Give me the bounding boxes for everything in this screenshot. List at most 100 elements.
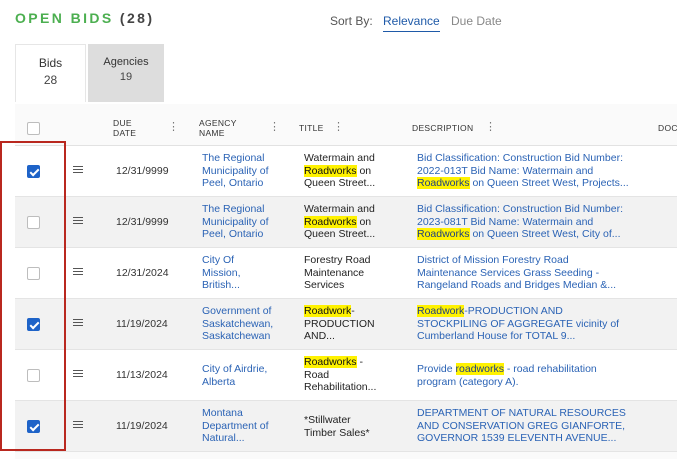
description-link[interactable]: DEPARTMENT OF NATURAL RESOURCES AND CONSE…: [417, 407, 642, 445]
description-line: STOCKPILING OF AGGREGATE vicinity of: [417, 317, 620, 330]
description-line: DEPARTMENT OF NATURAL RESOURCES: [417, 407, 626, 419]
agency-line: Saskatchewan,: [202, 317, 274, 330]
bid-title-line: Roadworks on: [304, 215, 372, 228]
row-checkbox[interactable]: [27, 420, 40, 433]
bid-title-line: Road: [304, 368, 330, 381]
title-column-menu-icon[interactable]: ⋮: [333, 122, 344, 133]
list-icon[interactable]: [73, 166, 83, 175]
column-header-due-date-line2: DATE: [113, 128, 137, 138]
description-line: District of Mission Forestry Road: [417, 254, 569, 266]
table-row[interactable]: 11/19/2024 Montana Department of Natural...…: [15, 401, 677, 452]
agency-column-menu-icon[interactable]: ⋮: [269, 122, 280, 133]
bid-title-cell: Roadwork- PRODUCTION AND...: [304, 305, 384, 343]
sort-by-label: Sort By:: [330, 14, 373, 28]
bid-title-line: Roadworks -: [304, 356, 363, 368]
bid-title-cell: Roadworks - Road Rehabilitation...: [304, 356, 384, 394]
bid-title-line: Maintenance: [304, 266, 365, 279]
keyword-highlight: roadworks: [455, 363, 504, 375]
agency-link[interactable]: The Regional Municipality of Peel, Ontario: [202, 152, 284, 190]
agency-line: British...: [202, 279, 240, 291]
sort-relevance-option[interactable]: Relevance: [383, 14, 440, 32]
results-header: OPEN BIDS (28) Sort By: Relevance Due Da…: [0, 0, 677, 104]
page-title: OPEN BIDS (28): [15, 10, 154, 26]
due-date-column-menu-icon[interactable]: ⋮: [168, 122, 179, 133]
agency-line: City Of: [202, 254, 235, 266]
description-line: Rangeland Roads and Bridges Median &...: [417, 279, 617, 291]
bid-title-cell: Watermain and Roadworks on Queen Street...: [304, 203, 384, 241]
agency-link[interactable]: City of Airdrie, Alberta: [202, 363, 284, 388]
list-icon[interactable]: [73, 421, 83, 430]
bid-title-line: Queen Street...: [304, 228, 376, 240]
description-column-menu-icon[interactable]: ⋮: [485, 122, 496, 133]
description-link[interactable]: Bid Classification: Construction Bid Num…: [417, 152, 642, 190]
list-icon[interactable]: [73, 217, 83, 226]
agency-line: Municipality of: [202, 164, 269, 177]
column-header-agency-line1: AGENCY: [199, 118, 237, 128]
agency-line: City of Airdrie,: [202, 363, 268, 375]
due-date-cell: 12/31/2024: [116, 267, 169, 279]
row-checkbox[interactable]: [27, 165, 40, 178]
due-date-cell: 12/31/9999: [116, 165, 169, 177]
due-date-cell: 11/19/2024: [116, 318, 168, 330]
tab-bids-count: 28: [43, 73, 58, 87]
agency-line: Mission,: [202, 266, 241, 279]
table-header: DUE DATE ⋮ AGENCY NAME ⋮ TITLE ⋮ DESCRIP…: [15, 104, 677, 146]
bid-title-line: Timber Sales*: [304, 426, 370, 439]
keyword-highlight: Roadworks: [417, 177, 470, 189]
description-line: program (category A).: [417, 375, 519, 388]
select-all-checkbox[interactable]: [27, 122, 40, 135]
keyword-highlight: Roadworks: [304, 356, 357, 368]
bid-title-cell: Forestry Road Maintenance Services: [304, 254, 384, 292]
description-link[interactable]: Bid Classification: Construction Bid Num…: [417, 203, 642, 241]
bid-title-line: Watermain and: [304, 152, 375, 164]
tab-agencies[interactable]: Agencies 19: [88, 44, 164, 102]
list-icon[interactable]: [73, 319, 83, 328]
table-row[interactable]: 12/31/9999 The Regional Municipality of Pee…: [15, 146, 677, 197]
agency-link[interactable]: City Of Mission, British...: [202, 254, 284, 292]
bid-title-line: Roadworks on: [304, 164, 372, 177]
bid-title-line: Queen Street...: [304, 177, 376, 189]
agency-line: Saskatchewan: [202, 330, 271, 342]
tab-bids[interactable]: Bids 28: [15, 44, 86, 102]
description-line: AND CONSERVATION GREG GIANFORTE,: [417, 419, 626, 432]
column-header-due-date[interactable]: DUE DATE: [113, 118, 136, 138]
table-row[interactable]: 11/19/2024 Government of Saskatchewan, Sask…: [15, 299, 677, 350]
bid-title-cell: *Stillwater Timber Sales*: [304, 414, 384, 439]
due-date-cell: 12/31/9999: [116, 216, 169, 228]
agency-line: Government of: [202, 305, 272, 317]
description-line: Bid Classification: Construction Bid Num…: [417, 203, 624, 215]
table-row[interactable]: 11/13/2024 City of Airdrie, Alberta Roadwor…: [15, 350, 677, 401]
table-row[interactable]: 12/31/9999 The Regional Municipality of Pee…: [15, 197, 677, 248]
agency-link[interactable]: Montana Department of Natural...: [202, 407, 284, 445]
page-title-count: (28): [119, 10, 155, 26]
column-header-agency[interactable]: AGENCY NAME: [199, 118, 237, 138]
column-header-doc[interactable]: DOC: [658, 123, 677, 133]
list-icon[interactable]: [73, 370, 83, 379]
list-icon[interactable]: [73, 268, 83, 277]
description-link[interactable]: Roadwork-PRODUCTION AND STOCKPILING OF AG…: [417, 305, 642, 343]
description-link[interactable]: Provide roadworks - road rehabilitation p…: [417, 363, 642, 388]
bid-title-line: Forestry Road: [304, 254, 371, 266]
column-header-title[interactable]: TITLE: [299, 123, 324, 133]
description-line: Bid Classification: Construction Bid Num…: [417, 152, 624, 164]
sort-due-date-option[interactable]: Due Date: [451, 14, 502, 28]
agency-line: The Regional: [202, 152, 265, 164]
keyword-highlight: Roadworks: [417, 228, 470, 240]
agency-link[interactable]: The Regional Municipality of Peel, Ontario: [202, 203, 284, 241]
description-link[interactable]: District of Mission Forestry Road Mainten…: [417, 254, 642, 292]
table-row[interactable]: 12/31/2024 City Of Mission, British... Fores…: [15, 248, 677, 299]
column-header-description[interactable]: DESCRIPTION: [412, 123, 473, 133]
column-header-agency-line2: NAME: [199, 128, 225, 138]
bid-title-line: *Stillwater: [304, 414, 351, 426]
row-checkbox[interactable]: [27, 267, 40, 280]
row-checkbox[interactable]: [27, 318, 40, 331]
row-checkbox[interactable]: [27, 216, 40, 229]
agency-line: The Regional: [202, 203, 265, 215]
agency-line: Department of: [202, 419, 269, 432]
description-line: 2022-013T Bid Name: Watermain and: [417, 164, 594, 177]
column-header-due-date-line1: DUE: [113, 118, 132, 128]
agency-link[interactable]: Government of Saskatchewan, Saskatchewan: [202, 305, 284, 343]
agency-line: Peel, Ontario: [202, 228, 264, 240]
row-checkbox[interactable]: [27, 369, 40, 382]
description-line: Cumberland House for TOTAL 9...: [417, 330, 576, 342]
